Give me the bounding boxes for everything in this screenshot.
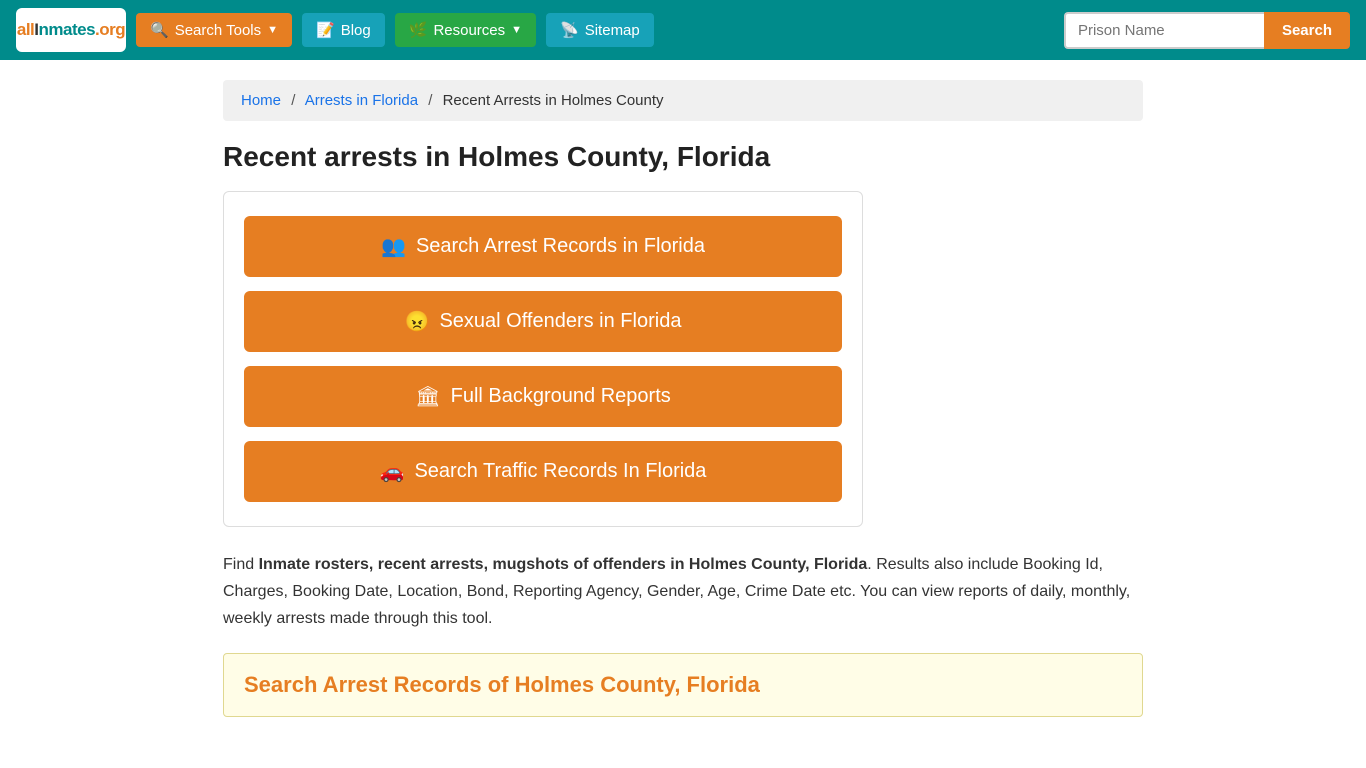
prison-search-bar: Search bbox=[1064, 12, 1350, 49]
resources-arrow: ▼ bbox=[511, 24, 522, 36]
sitemap-label: Sitemap bbox=[585, 22, 640, 39]
action-buttons-card: 👥 Search Arrest Records in Florida 😠 Sex… bbox=[223, 191, 863, 527]
breadcrumb-sep-2: / bbox=[428, 92, 432, 109]
search-section-title: Search Arrest Records of Holmes County, … bbox=[244, 672, 1122, 698]
prison-search-button[interactable]: Search bbox=[1264, 12, 1350, 49]
sexual-offenders-icon: 😠 bbox=[405, 309, 430, 334]
sexual-offenders-button[interactable]: 😠 Sexual Offenders in Florida bbox=[244, 291, 842, 352]
breadcrumb-current: Recent Arrests in Holmes County bbox=[443, 92, 664, 109]
logo-nmates: nmates bbox=[39, 20, 96, 40]
breadcrumb-sep-1: / bbox=[291, 92, 295, 109]
traffic-records-icon: 🚗 bbox=[380, 459, 405, 484]
arrest-records-icon: 👥 bbox=[381, 234, 406, 259]
description-paragraph: Find Inmate rosters, recent arrests, mug… bbox=[223, 551, 1143, 633]
site-header: allInmates.org 🔍 Search Tools ▼ 📝 Blog 🌿… bbox=[0, 0, 1366, 60]
blog-label: Blog bbox=[341, 22, 371, 39]
sexual-offenders-label: Sexual Offenders in Florida bbox=[439, 310, 681, 333]
page-title: Recent arrests in Holmes County, Florida bbox=[223, 141, 1143, 173]
background-reports-icon: 🏛 bbox=[415, 384, 440, 409]
logo-org: org bbox=[99, 20, 125, 40]
search-arrest-records-button[interactable]: 👥 Search Arrest Records in Florida bbox=[244, 216, 842, 277]
breadcrumb-arrests[interactable]: Arrests in Florida bbox=[305, 92, 418, 109]
prison-search-input[interactable] bbox=[1064, 12, 1264, 49]
search-section: Search Arrest Records of Holmes County, … bbox=[223, 653, 1143, 717]
search-tools-arrow: ▼ bbox=[267, 24, 278, 36]
site-logo[interactable]: allInmates.org bbox=[16, 8, 126, 52]
traffic-records-button[interactable]: 🚗 Search Traffic Records In Florida bbox=[244, 441, 842, 502]
background-reports-label: Full Background Reports bbox=[451, 385, 671, 408]
traffic-records-label: Search Traffic Records In Florida bbox=[414, 460, 706, 483]
blog-button[interactable]: 📝 Blog bbox=[302, 13, 385, 47]
search-tools-icon: 🔍 bbox=[150, 21, 169, 39]
sitemap-icon: 📡 bbox=[560, 21, 579, 39]
search-tools-label: Search Tools bbox=[175, 22, 261, 39]
resources-button[interactable]: 🌿 Resources ▼ bbox=[395, 13, 536, 47]
resources-icon: 🌿 bbox=[409, 21, 428, 39]
blog-icon: 📝 bbox=[316, 21, 335, 39]
arrest-records-label: Search Arrest Records in Florida bbox=[416, 235, 705, 258]
background-reports-button[interactable]: 🏛 Full Background Reports bbox=[244, 366, 842, 427]
search-tools-button[interactable]: 🔍 Search Tools ▼ bbox=[136, 13, 292, 47]
main-content: Home / Arrests in Florida / Recent Arres… bbox=[203, 60, 1163, 737]
description-intro: Find bbox=[223, 556, 259, 573]
breadcrumb: Home / Arrests in Florida / Recent Arres… bbox=[223, 80, 1143, 121]
breadcrumb-home[interactable]: Home bbox=[241, 92, 281, 109]
search-button-label: Search bbox=[1282, 22, 1332, 39]
description-bold: Inmate rosters, recent arrests, mugshots… bbox=[259, 556, 868, 573]
sitemap-button[interactable]: 📡 Sitemap bbox=[546, 13, 654, 47]
logo-all: all bbox=[17, 20, 34, 40]
resources-label: Resources bbox=[433, 22, 505, 39]
